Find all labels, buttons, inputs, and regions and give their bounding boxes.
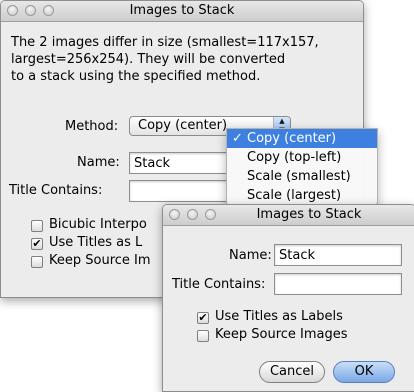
message-line-3: to a stack using the specified method. (11, 69, 261, 84)
menu-item-scale-largest[interactable]: Scale (largest) (227, 186, 377, 205)
checkmark-icon: ✓ (232, 131, 243, 146)
menu-item-copy-top-left[interactable]: Copy (top-left) (227, 148, 377, 167)
use-titles-checkbox[interactable]: ✔ (197, 312, 209, 324)
cancel-button[interactable]: Cancel (259, 361, 325, 383)
close-button[interactable] (169, 209, 180, 220)
title-contains-label: Title Contains: (9, 183, 103, 198)
name-field[interactable]: Stack (274, 244, 402, 266)
close-button[interactable] (7, 5, 18, 16)
method-menu: ✓ Copy (center) Copy (top-left) Scale (s… (226, 128, 378, 206)
menu-item-label: Copy (center) (247, 131, 337, 146)
menu-item-label: Copy (top-left) (247, 150, 342, 165)
use-titles-label: Use Titles as Labels (215, 309, 343, 324)
title-contains-label: Title Contains: (172, 277, 266, 292)
front-dialog-titlebar[interactable]: Images to Stack (163, 205, 414, 226)
keep-source-checkbox[interactable] (31, 256, 43, 268)
bicubic-label: Bicubic Interpo (49, 217, 147, 232)
bicubic-checkbox[interactable] (31, 220, 43, 232)
menu-item-label: Scale (smallest) (247, 169, 351, 184)
minimize-button[interactable] (187, 209, 198, 220)
menu-item-label: Scale (largest) (247, 188, 342, 203)
use-titles-label: Use Titles as L (49, 235, 143, 250)
zoom-button[interactable] (205, 209, 216, 220)
arrow-up-icon: ▲ (279, 117, 285, 125)
zoom-button[interactable] (43, 5, 54, 16)
method-popup-value: Copy (center) (138, 118, 228, 133)
use-titles-checkbox[interactable]: ✔ (31, 238, 43, 250)
keep-source-label: Keep Source Images (215, 327, 348, 342)
keep-source-label: Keep Source Im (49, 253, 151, 268)
window-title: Images to Stack (256, 207, 362, 222)
minimize-button[interactable] (25, 5, 36, 16)
message-line-2: largest=256x254). They will be converted (11, 52, 286, 67)
method-label: Method: (65, 119, 119, 134)
message-line-1: The 2 images differ in size (smallest=11… (11, 35, 319, 50)
window-title: Images to Stack (129, 3, 235, 18)
back-dialog-titlebar[interactable]: Images to Stack (1, 1, 363, 22)
keep-source-checkbox[interactable] (197, 330, 209, 342)
menu-item-copy-center[interactable]: ✓ Copy (center) (227, 129, 377, 148)
name-label: Name: (229, 248, 272, 263)
name-label: Name: (77, 155, 120, 170)
front-dialog: Images to Stack Name: Stack Title Contai… (162, 204, 414, 392)
menu-item-scale-smallest[interactable]: Scale (smallest) (227, 167, 377, 186)
title-contains-field[interactable] (274, 273, 402, 295)
ok-button[interactable]: OK (333, 361, 395, 383)
